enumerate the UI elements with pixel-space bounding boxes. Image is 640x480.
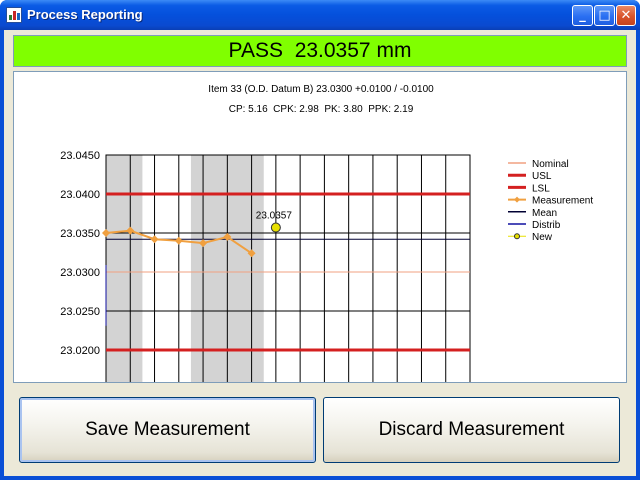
legend-label: Distrib (532, 220, 561, 231)
y-tick-label: 23.0300 (60, 267, 100, 279)
close-icon: ✕ (620, 8, 632, 23)
legend-label: USL (532, 171, 552, 182)
legend-label: Measurement (532, 196, 593, 207)
client-area: PASS 23.0357 mm Item 33 (O.D. Datum B) 2… (4, 30, 636, 476)
y-tick-label: 23.0400 (60, 189, 100, 201)
new-measurement-point (270, 222, 281, 233)
status-result: PASS (228, 39, 284, 62)
measurement-point (150, 235, 159, 244)
y-tick-label: 23.0250 (60, 306, 100, 318)
status-value: 23.0357 (294, 39, 371, 62)
chart-subtitle: CP: 5.16 CPK: 2.98 PK: 3.80 PPK: 2.19 (229, 104, 414, 115)
status-banner: PASS 23.0357 mm (13, 35, 627, 67)
plot-border (105, 154, 471, 382)
process-chart: Item 33 (O.D. Datum B) 23.0300 +0.0100 /… (60, 84, 593, 382)
window-title: Process Reporting (27, 7, 143, 22)
y-tick-label: 23.0450 (60, 150, 100, 162)
close-button[interactable]: ✕ (616, 5, 636, 26)
maximize-button[interactable]: □ (594, 5, 615, 26)
legend-marker (514, 196, 520, 203)
chart-title: Item 33 (O.D. Datum B) 23.0300 +0.0100 /… (208, 84, 434, 95)
title-bar[interactable]: Process Reporting _ □ ✕ (0, 0, 640, 30)
status-unit: mm (376, 39, 412, 62)
y-tick-label: 23.0350 (60, 228, 100, 240)
new-point-label: 23.0357 (256, 211, 293, 222)
process-chart-panel: Item 33 (O.D. Datum B) 23.0300 +0.0100 /… (13, 71, 627, 383)
legend-label: LSL (532, 183, 550, 194)
app-chart-icon[interactable] (6, 7, 22, 23)
shaded-range-0 (106, 155, 143, 382)
legend-marker (514, 233, 520, 240)
legend-label: New (532, 232, 553, 243)
measurement-point (174, 236, 183, 245)
legend-label: Mean (532, 208, 557, 219)
process-reporting-window: Process Reporting _ □ ✕ PASS 23.0357 mm … (0, 0, 640, 480)
y-tick-label: 23.0200 (60, 345, 100, 357)
minimize-button[interactable]: _ (572, 5, 593, 26)
discard-measurement-button[interactable]: Discard Measurement (323, 397, 620, 463)
minimize-icon: _ (579, 8, 586, 23)
legend-label: Nominal (532, 159, 569, 170)
maximize-icon: □ (598, 8, 611, 23)
save-measurement-button[interactable]: Save Measurement (19, 397, 316, 463)
